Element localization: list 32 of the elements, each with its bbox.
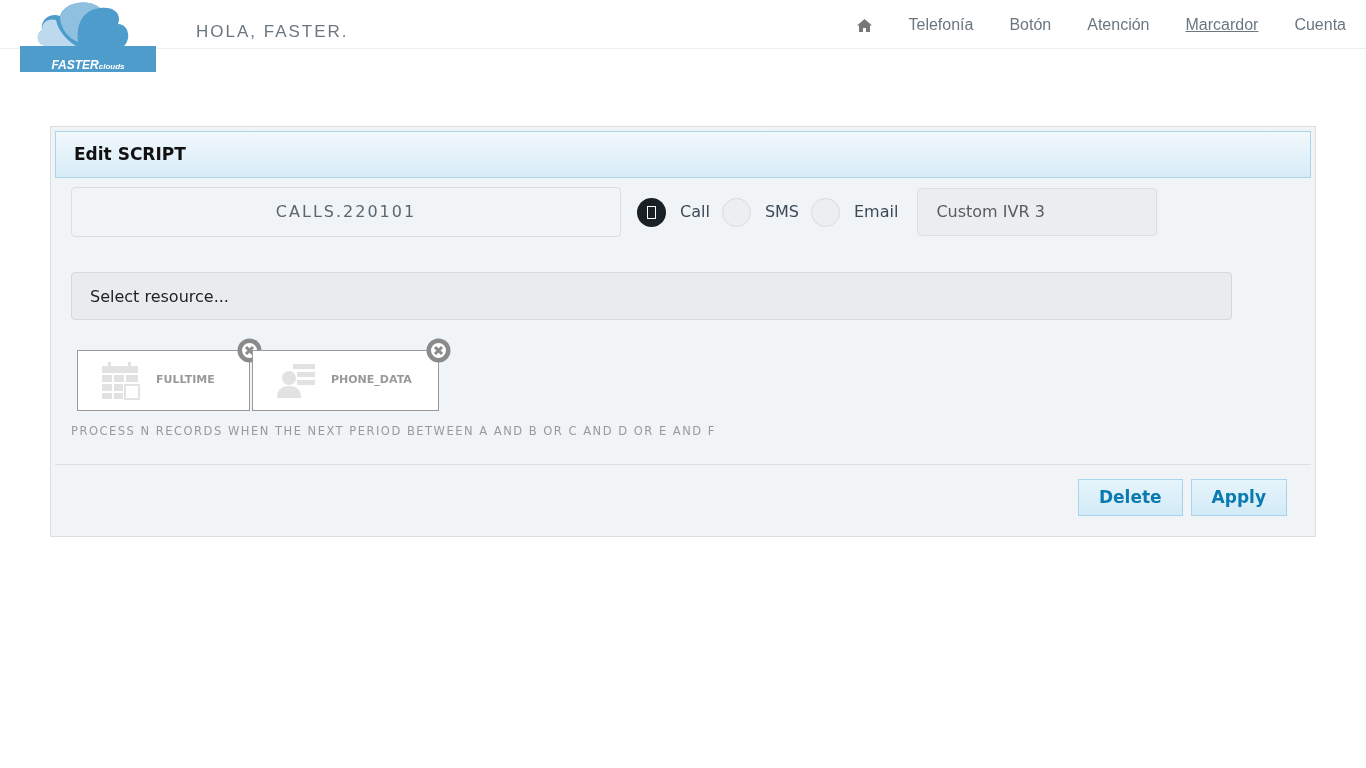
nav-link[interactable]: Botón [1009,13,1052,37]
nav-link[interactable]: Telefonía [908,13,974,37]
logo-text: clouds [98,63,125,71]
logo[interactable]: FASTERclouds [20,0,156,72]
home-icon [857,18,873,32]
nav-link[interactable]: Marcardor [1185,13,1259,37]
radio-label: Call [680,201,710,223]
contact-icon [277,363,315,398]
calendar-icon [102,361,140,400]
resource-card[interactable]: PHONE_DATA [252,350,439,411]
resource-select[interactable]: Select resource... [71,272,1232,320]
home-link[interactable] [857,18,873,32]
nav-link[interactable]: Atención [1087,13,1150,37]
greeting: HOLA, FASTER. [196,21,349,43]
resource-card[interactable]: FULLTIME [77,350,250,411]
resource-label: PHONE_DATA [331,372,412,389]
nav-link[interactable]: Cuenta [1294,13,1346,37]
ivr-field[interactable]: Custom IVR 3 [917,188,1158,236]
panel-title: Edit SCRIPT [55,131,1311,178]
selected-mark-icon [647,205,656,219]
radio-label: SMS [764,201,799,223]
radio-label: Email [854,201,899,223]
resource-label: FULLTIME [156,372,215,389]
script-description: PROCESS N RECORDS WHEN THE NEXT PERIOD BETWEEN A AND B OR C AND D OR E AND F [71,423,717,440]
radio-button[interactable] [811,197,840,227]
action-button[interactable]: Delete [1077,479,1183,517]
script-name-field[interactable]: CALLS.220101 [71,187,621,237]
radio-button[interactable] [721,197,751,227]
action-button[interactable]: Apply [1190,479,1287,517]
remove-icon[interactable] [426,338,451,363]
radio-button[interactable] [637,197,666,227]
logo-text: FASTER [51,59,99,71]
